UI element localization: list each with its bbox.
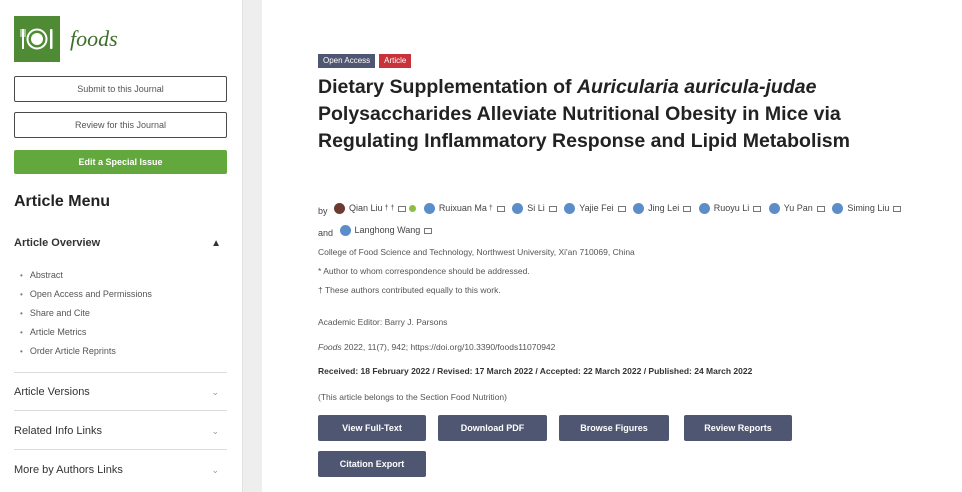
browse-figures-button[interactable]: Browse Figures (559, 415, 669, 441)
divider (14, 449, 227, 450)
related-info-label: Related Info Links (14, 425, 103, 437)
citation-doi: 2022, 11(7), 942; https://doi.org/10.339… (341, 342, 556, 352)
email-icon[interactable] (424, 227, 433, 234)
author-name: Yu Pan (783, 203, 813, 213)
divider (14, 372, 227, 373)
equal-contribution-note: † These authors contributed equally to t… (318, 285, 501, 295)
orcid-icon[interactable] (409, 205, 417, 212)
article-badges: Open Access Article (318, 54, 412, 68)
author-name: Qian Liu (349, 203, 383, 213)
author-link[interactable]: Jing Lei (633, 199, 692, 218)
plate-fork-knife-icon (14, 16, 60, 62)
by-label: by (318, 206, 328, 216)
citation-line[interactable]: Foods 2022, 11(7), 942; https://doi.org/… (318, 342, 555, 352)
article-panel: Open Access Article Dietary Supplementat… (262, 0, 962, 492)
title-species: Auricularia auricula-judae (576, 76, 817, 98)
sidebar-item-metrics[interactable]: Article Metrics (20, 325, 152, 344)
correspondence-note: * Author to whom correspondence should b… (318, 266, 530, 276)
orcid-icon (832, 203, 844, 214)
email-icon[interactable] (548, 205, 557, 212)
article-menu-title: Article Menu (14, 193, 111, 210)
chevron-up-icon: ▲ (211, 237, 221, 249)
orcid-icon (564, 203, 576, 214)
note-marker: † (318, 285, 323, 295)
article-overview-label: Article Overview (14, 237, 101, 249)
open-access-badge: Open Access (318, 54, 376, 68)
email-icon[interactable] (398, 205, 407, 212)
journal-logo[interactable]: foods (14, 16, 118, 62)
edit-special-issue-button[interactable]: Edit a Special Issue (14, 150, 227, 174)
article-type-badge: Article (379, 54, 412, 68)
orcid-icon (698, 203, 710, 214)
author-name: Siming Liu (847, 203, 890, 213)
journal-name: foods (70, 26, 118, 51)
academic-editor: Academic Editor: Barry J. Parsons (318, 317, 448, 327)
sidebar-item-reprints[interactable]: Order Article Reprints (20, 344, 152, 363)
related-info-toggle[interactable]: Related Info Links ⌄ (14, 425, 227, 437)
author-name: Si Li (527, 203, 545, 213)
title-part: Dietary Supplementation of (318, 76, 577, 98)
section-note[interactable]: (This article belongs to the Section Foo… (318, 392, 507, 402)
author-link[interactable]: Yajie Fei (564, 199, 626, 218)
orcid-icon (512, 203, 524, 214)
equal-contribution-text: These authors contributed equally to thi… (324, 285, 501, 295)
article-overview-toggle[interactable]: Article Overview ▲ (14, 237, 227, 249)
more-by-authors-toggle[interactable]: More by Authors Links ⌄ (14, 464, 227, 476)
review-reports-button[interactable]: Review Reports (684, 415, 792, 441)
email-icon[interactable] (893, 205, 902, 212)
author-note-marker: † (488, 205, 493, 212)
author-link[interactable]: Yu Pan (768, 199, 825, 218)
article-title: Dietary Supplementation of Auricularia a… (318, 74, 928, 155)
chevron-down-icon: ⌄ (211, 386, 219, 397)
orcid-icon (423, 203, 435, 214)
author-link[interactable]: Si Li (512, 199, 557, 218)
chevron-down-icon: ⌄ (211, 464, 219, 475)
correspondence-text: Author to whom correspondence should be … (323, 266, 530, 276)
author-list: by Qian Liu † † Ruixuan Ma † Si Li Yajie… (318, 199, 918, 243)
review-for-journal-button[interactable]: Review for this Journal (14, 112, 227, 138)
title-part: Polysaccharides Alleviate Nutritional Ob… (318, 103, 850, 152)
article-overview-list: Abstract Open Access and Permissions Sha… (20, 268, 152, 363)
view-full-text-button[interactable]: View Full-Text (318, 415, 426, 441)
author-link[interactable]: Langhong Wang (339, 221, 433, 240)
author-name: Jing Lei (648, 203, 680, 213)
publication-dates: Received: 18 February 2022 / Revised: 17… (318, 366, 753, 376)
author-link[interactable]: Qian Liu † † (334, 199, 417, 218)
citation-export-button[interactable]: Citation Export (318, 451, 426, 477)
note-marker: * (318, 266, 322, 276)
affiliation: College of Food Science and Technology, … (318, 247, 635, 257)
sidebar-item-open-access[interactable]: Open Access and Permissions (20, 287, 152, 306)
email-icon[interactable] (816, 205, 825, 212)
author-name: Langhong Wang (354, 225, 421, 235)
orcid-icon (633, 203, 645, 214)
author-name: Ruixuan Ma (438, 203, 487, 213)
and-label: and (318, 228, 334, 238)
article-versions-label: Article Versions (14, 386, 90, 398)
author-link[interactable]: Ruoyu Li (698, 199, 762, 218)
author-avatar (334, 203, 346, 214)
sidebar: foods Submit to this Journal Review for … (0, 0, 243, 492)
email-icon[interactable] (617, 205, 626, 212)
sidebar-item-abstract[interactable]: Abstract (20, 268, 152, 287)
email-icon[interactable] (683, 205, 692, 212)
author-link[interactable]: Siming Liu (832, 199, 902, 218)
author-name: Yajie Fei (579, 203, 614, 213)
article-versions-toggle[interactable]: Article Versions ⌄ (14, 386, 227, 398)
sidebar-item-share-cite[interactable]: Share and Cite (20, 306, 152, 325)
citation-journal: Foods (318, 342, 342, 352)
orcid-icon (768, 203, 780, 214)
orcid-icon (339, 225, 351, 236)
submit-to-journal-button[interactable]: Submit to this Journal (14, 76, 227, 102)
author-name: Ruoyu Li (713, 203, 750, 213)
chevron-down-icon: ⌄ (211, 425, 219, 436)
author-note-marker: † † (384, 205, 395, 212)
email-icon[interactable] (496, 205, 505, 212)
email-icon[interactable] (753, 205, 762, 212)
author-link[interactable]: Ruixuan Ma † (423, 199, 505, 218)
divider (14, 410, 227, 411)
download-pdf-button[interactable]: Download PDF (438, 415, 547, 441)
more-by-authors-label: More by Authors Links (14, 464, 123, 476)
